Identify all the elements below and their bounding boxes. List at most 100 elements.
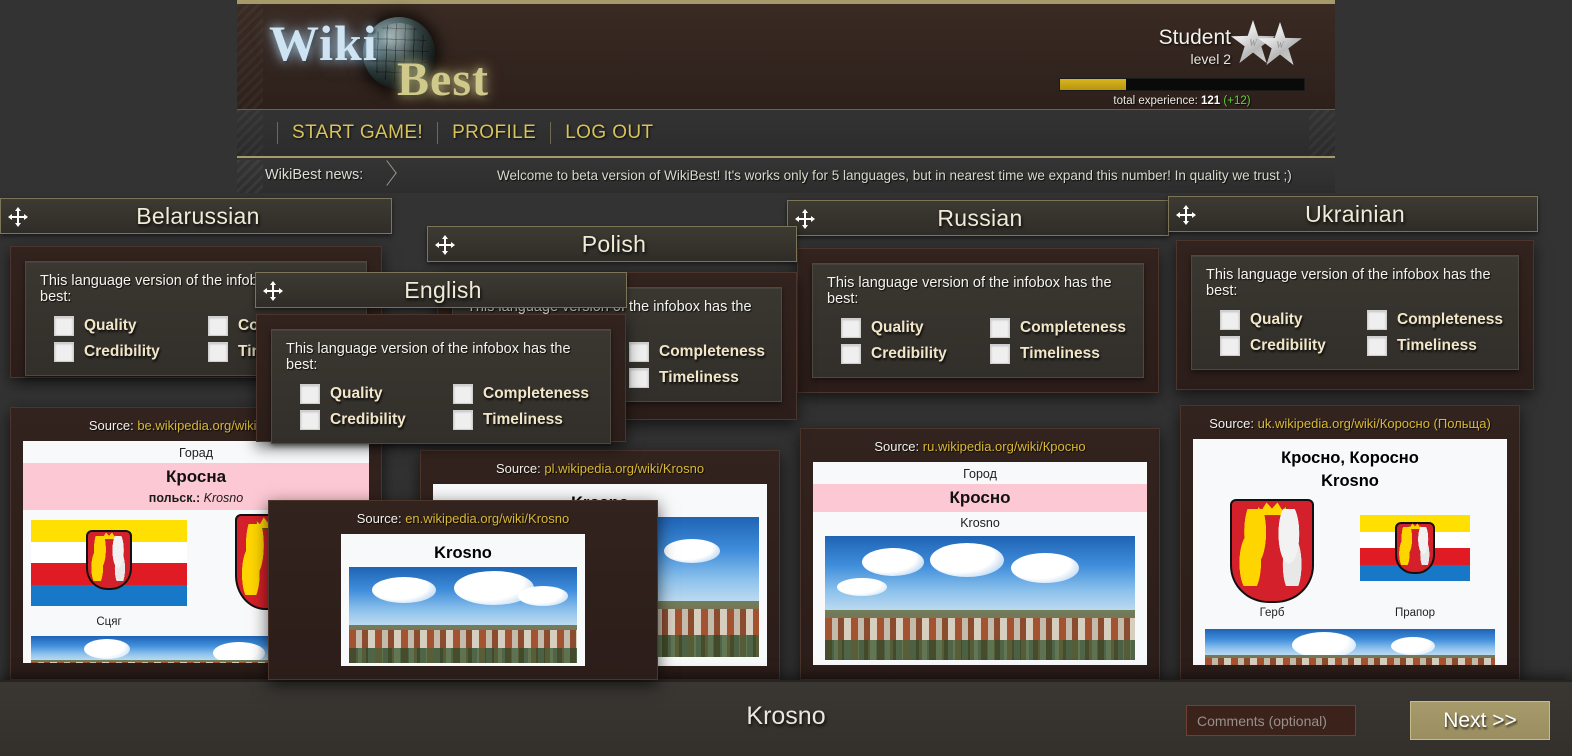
comments-input[interactable]	[1186, 705, 1356, 736]
experience-text: total experience: 121 (+12)	[1059, 95, 1305, 107]
source-prefix: Source:	[356, 511, 402, 526]
vote-option-credibility[interactable]: Credibility	[841, 344, 980, 364]
checkbox-icon[interactable]	[300, 410, 320, 430]
checkbox-icon[interactable]	[453, 410, 473, 430]
panel-header-russian[interactable]: Russian	[787, 200, 1169, 236]
language-panel-belarussian: Belarussian This language version of the…	[0, 198, 392, 378]
checkbox-icon[interactable]	[841, 344, 861, 364]
vote-option-completeness[interactable]: Completeness	[629, 342, 767, 362]
nav-log-out[interactable]: LOG OUT	[565, 122, 653, 144]
vote-option-label: Timeliness	[1020, 345, 1100, 362]
vote-option-label: Quality	[84, 317, 137, 334]
vote-option-label: Credibility	[871, 345, 947, 362]
panel-header-polish[interactable]: Polish	[427, 226, 797, 262]
site-header: Wiki Best Student level 2 W W total expe…	[237, 0, 1335, 193]
vote-prompt: This language version of the infobox has…	[827, 275, 1112, 307]
infobox-russian: Город Кросно Krosno	[813, 462, 1147, 665]
source-link[interactable]: ru.wikipedia.org/wiki/Кросно	[923, 439, 1086, 454]
checkbox-icon[interactable]	[208, 342, 228, 362]
logo-wiki-text: Wiki	[269, 15, 378, 71]
checkbox-icon[interactable]	[54, 342, 74, 362]
vote-option-completeness[interactable]: Completeness	[990, 318, 1129, 338]
checkbox-icon[interactable]	[629, 342, 649, 362]
panel-title-belarussian: Belarussian	[136, 202, 260, 229]
vote-option-timeliness[interactable]: Timeliness	[990, 344, 1129, 364]
vote-option-credibility[interactable]: Credibility	[54, 342, 198, 362]
site-logo[interactable]: Wiki Best	[269, 14, 559, 106]
coat-of-arms-caption: Герб	[1259, 607, 1285, 619]
vote-box-russian: This language version of the infobox has…	[812, 263, 1144, 378]
checkbox-icon[interactable]	[629, 368, 649, 388]
checkbox-icon[interactable]	[990, 318, 1010, 338]
vote-option-completeness[interactable]: Completeness	[1367, 310, 1504, 330]
infobox-card-english: Source: en.wikipedia.org/wiki/Krosno Kro…	[268, 500, 658, 680]
city-photo	[825, 536, 1135, 660]
source-link[interactable]: uk.wikipedia.org/wiki/Коросно (Польща)	[1258, 416, 1491, 431]
checkbox-icon[interactable]	[453, 384, 473, 404]
vote-option-timeliness[interactable]: Timeliness	[1367, 336, 1504, 356]
experience-value: 121	[1201, 95, 1221, 107]
vote-option-label: Quality	[1250, 311, 1303, 328]
checkbox-icon[interactable]	[990, 344, 1010, 364]
source-prefix: Source:	[495, 461, 541, 476]
vote-option-completeness[interactable]: Completeness	[453, 384, 596, 404]
source-line-polish: Source: pl.wikipedia.org/wiki/Krosno	[433, 461, 767, 476]
infobox-english: Krosno	[341, 534, 585, 666]
move-icon[interactable]	[256, 272, 290, 308]
infobox-title: Кросно	[813, 484, 1147, 512]
infobox-title: Кросно, Коросно	[1281, 449, 1419, 467]
flag-image	[31, 520, 187, 606]
experience-progress-bar	[1059, 78, 1305, 91]
vote-option-credibility[interactable]: Credibility	[1220, 336, 1357, 356]
vote-option-label: Completeness	[1020, 319, 1126, 336]
vote-option-label: Completeness	[483, 385, 589, 402]
panel-header-belarussian[interactable]: Belarussian	[0, 198, 392, 234]
infobox-ukrainian: Кросно, Коросно Krosno Герб Прапор	[1193, 439, 1507, 665]
move-icon[interactable]	[428, 226, 462, 262]
nav-start-game[interactable]: START GAME!	[292, 122, 423, 144]
panel-title-english: English	[404, 276, 482, 303]
checkbox-icon[interactable]	[54, 316, 74, 336]
chevron-right-icon	[377, 163, 401, 189]
vote-option-quality[interactable]: Quality	[300, 384, 443, 404]
checkbox-icon[interactable]	[1367, 310, 1387, 330]
news-ticker: WikiBest news: Welcome to beta version o…	[237, 160, 1335, 193]
vote-option-label: Timeliness	[659, 369, 739, 386]
news-label: WikiBest news:	[265, 167, 364, 183]
flag-image	[1360, 515, 1470, 581]
vote-option-timeliness[interactable]: Timeliness	[629, 368, 767, 388]
source-link[interactable]: pl.wikipedia.org/wiki/Krosno	[544, 461, 704, 476]
header-banner: Wiki Best Student level 2 W W total expe…	[237, 0, 1335, 110]
checkbox-icon[interactable]	[208, 316, 228, 336]
checkbox-icon[interactable]	[1220, 310, 1240, 330]
move-icon[interactable]	[1, 198, 35, 234]
vote-option-quality[interactable]: Quality	[1220, 310, 1357, 330]
move-icon[interactable]	[1169, 196, 1203, 232]
infobox-card-russian: Source: ru.wikipedia.org/wiki/Кросно Гор…	[800, 428, 1160, 680]
vote-option-timeliness[interactable]: Timeliness	[453, 410, 596, 430]
source-prefix: Source:	[88, 418, 134, 433]
checkbox-icon[interactable]	[841, 318, 861, 338]
checkbox-icon[interactable]	[300, 384, 320, 404]
infobox-latin-name: Krosno	[960, 516, 1000, 530]
next-button[interactable]: Next >>	[1410, 701, 1550, 740]
panel-title-ukrainian: Ukrainian	[1305, 200, 1405, 227]
infobox-title-latin: Krosno	[1321, 472, 1379, 490]
vote-option-quality[interactable]: Quality	[841, 318, 980, 338]
nav-separator	[437, 122, 439, 144]
panel-header-english[interactable]: English	[255, 272, 627, 308]
checkbox-icon[interactable]	[1220, 336, 1240, 356]
vote-option-credibility[interactable]: Credibility	[300, 410, 443, 430]
nav-profile[interactable]: PROFILE	[452, 122, 536, 144]
experience-label: total experience:	[1113, 95, 1198, 107]
infobox-alt-prefix: польск.:	[148, 491, 201, 505]
main-navigation: START GAME! PROFILE LOG OUT	[237, 110, 1335, 158]
vote-option-quality[interactable]: Quality	[54, 316, 198, 336]
source-link[interactable]: en.wikipedia.org/wiki/Krosno	[405, 511, 569, 526]
city-photo	[349, 567, 577, 663]
panel-header-ukrainian[interactable]: Ukrainian	[1168, 196, 1538, 232]
vote-option-label: Quality	[330, 385, 383, 402]
vote-option-label: Timeliness	[1397, 337, 1477, 354]
level-stars: W W	[1231, 20, 1309, 66]
checkbox-icon[interactable]	[1367, 336, 1387, 356]
